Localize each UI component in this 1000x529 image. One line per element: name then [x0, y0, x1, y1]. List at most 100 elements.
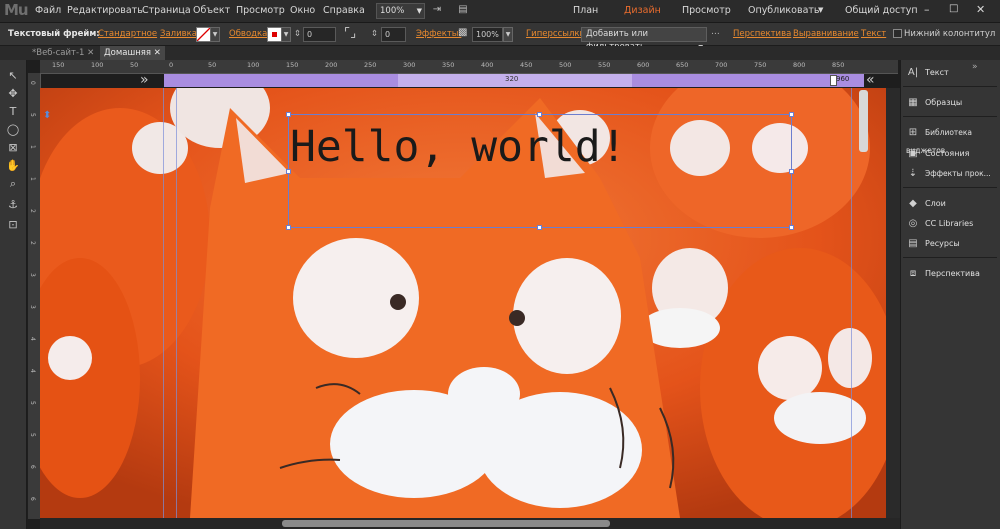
pasteboard: [886, 88, 900, 518]
panel-layers[interactable]: ◆ Слои: [906, 195, 1000, 213]
close-icon[interactable]: ✕: [976, 3, 985, 16]
place-icon[interactable]: ⇥: [430, 4, 444, 16]
ruler-h-tick: 350: [442, 61, 455, 69]
zoom-select[interactable]: 100% ▼: [376, 3, 425, 19]
rectangle-frame-tool-icon[interactable]: ⊠: [4, 140, 22, 156]
fill-chevron-icon[interactable]: ▼: [210, 27, 220, 42]
panel-states[interactable]: ▣ Состояния: [906, 145, 1000, 163]
ruler-h-tick: 150: [52, 61, 65, 69]
tab-website[interactable]: *Веб-сайт-1 ✕: [28, 46, 99, 60]
text-link[interactable]: Текст: [861, 29, 886, 39]
ruler-v-tick: 5: [29, 401, 36, 405]
resize-handle-bc[interactable]: [537, 225, 542, 230]
hand-tool-icon[interactable]: ✋: [4, 158, 22, 174]
zoom-tool-icon[interactable]: ⌕: [4, 176, 22, 192]
menu-object[interactable]: Объект: [193, 5, 230, 16]
tab-close-icon[interactable]: ✕: [154, 48, 161, 58]
style-link[interactable]: Стандартное: [98, 29, 157, 39]
hyperlinks-dropdown[interactable]: Добавить или фильтровать▼: [581, 27, 707, 52]
ruler-v-tick: 3: [29, 273, 36, 277]
menu-edit[interactable]: Редактировать: [67, 5, 143, 16]
maximize-icon[interactable]: □: [949, 3, 958, 14]
stroke-width-field[interactable]: 0: [303, 27, 336, 42]
panel-text[interactable]: A| Текст: [906, 64, 1000, 82]
vertical-scrollbar[interactable]: [859, 90, 868, 152]
stroke-link[interactable]: Обводка:: [229, 29, 270, 39]
cc-libraries-icon: ◎: [908, 218, 918, 229]
horizontal-scrollbar-thumb[interactable]: [282, 520, 610, 527]
tab-close-icon[interactable]: ✕: [87, 48, 94, 58]
tab-home[interactable]: Домашняя ✕: [100, 46, 165, 60]
shared-access-button[interactable]: Общий доступ: [845, 5, 918, 16]
resize-handle-tl[interactable]: [286, 112, 291, 117]
tools-panel: ↖ ✥ T ◯ ⊠ ✋ ⌕ ⚓ ⊡: [0, 60, 27, 529]
perspective-link[interactable]: Перспектива: [733, 29, 791, 39]
resize-handle-ml[interactable]: [286, 169, 291, 174]
text-tool-icon[interactable]: T: [4, 104, 22, 120]
hyperlinks-link[interactable]: Гиперссылки:: [526, 29, 588, 39]
guide-left[interactable]: [163, 88, 164, 518]
menu-page[interactable]: Страница: [142, 5, 191, 16]
stroke-stepper-icon[interactable]: ⇕: [294, 29, 301, 39]
stroke-swatch[interactable]: [267, 27, 282, 42]
breakpoint-right-chevron-icon[interactable]: «: [866, 72, 875, 88]
page-height-handle-icon[interactable]: ⬍: [43, 110, 51, 121]
panel-layers-label: Слои: [925, 199, 946, 208]
ruler-v-tick: 5: [29, 113, 36, 117]
corner-radius-field[interactable]: 0: [381, 27, 406, 42]
frame-tool-icon[interactable]: ⊡: [4, 217, 22, 233]
footer-checkbox[interactable]: [893, 29, 902, 38]
mode-plan[interactable]: План: [573, 5, 598, 16]
corner-radius-icon: ⌜⌟: [344, 26, 357, 41]
fill-link[interactable]: Заливка:: [160, 29, 200, 39]
menu-file[interactable]: Файл: [35, 5, 61, 16]
menu-view[interactable]: Просмотр: [236, 5, 285, 16]
resize-handle-mr[interactable]: [789, 169, 794, 174]
resize-handle-tc[interactable]: [537, 112, 542, 117]
text-frame-selection[interactable]: [288, 114, 792, 228]
minimize-icon[interactable]: –: [924, 3, 930, 16]
align-link[interactable]: Выравнивание: [793, 29, 859, 39]
corner-stepper-icon[interactable]: ⇕: [371, 29, 378, 39]
layout-icon[interactable]: ▤: [456, 4, 470, 16]
guide-right[interactable]: [851, 88, 852, 518]
breakpoint-marker[interactable]: [830, 75, 837, 86]
app-logo: Mu: [4, 1, 29, 19]
stroke-chevron-icon[interactable]: ▼: [281, 27, 291, 42]
opacity-field[interactable]: 100%: [472, 27, 503, 42]
opacity-chevron-icon[interactable]: ▼: [503, 27, 513, 42]
menu-help[interactable]: Справка: [323, 5, 365, 16]
panel-assets[interactable]: ▤ Ресурсы: [906, 235, 1000, 253]
resize-handle-bl[interactable]: [286, 225, 291, 230]
selection-arrow-icon[interactable]: ↖: [4, 68, 22, 84]
panel-cc-libraries[interactable]: ◎ CC Libraries: [906, 215, 1000, 233]
ellipse-tool-icon[interactable]: ◯: [4, 122, 22, 138]
ruler-h-tick: 100: [91, 61, 104, 69]
breakpoint-label-960[interactable]: 960: [836, 75, 849, 83]
panel-scroll-effects[interactable]: ⇣ Эффекты прок...: [906, 165, 1000, 183]
ruler-h-tick: 250: [364, 61, 377, 69]
publish-chevron-down-icon[interactable]: ▼: [818, 6, 823, 14]
anchor-tool-icon[interactable]: ⚓: [4, 197, 22, 213]
mode-design[interactable]: Дизайн: [624, 5, 661, 16]
publish-button[interactable]: Опубликовать: [748, 5, 820, 16]
ruler-v-tick: 0: [29, 81, 36, 85]
states-icon: ▣: [908, 148, 918, 159]
crop-tool-icon[interactable]: ✥: [4, 86, 22, 102]
panel-swatches[interactable]: ▦ Образцы: [906, 94, 1000, 112]
ruler-v-tick: 4: [29, 369, 36, 373]
link-options-icon[interactable]: ⋯: [711, 29, 720, 39]
mode-preview[interactable]: Просмотр: [682, 5, 731, 16]
horizontal-ruler[interactable]: 150 100 50 0 50 100 150 200 250 300 350 400 450 500 55…: [40, 60, 898, 74]
panel-widgets-library[interactable]: ⊞ Библиотека виджетов: [906, 124, 1000, 155]
breakpoint-left-chevron-icon[interactable]: »: [140, 72, 149, 88]
panel-perspective[interactable]: ⧈ Перспектива: [906, 265, 1000, 283]
ruler-h-tick: 550: [598, 61, 611, 69]
fill-swatch[interactable]: [196, 27, 211, 42]
swatches-icon: ▦: [908, 97, 918, 108]
effects-link[interactable]: Эффекты:: [416, 29, 461, 39]
resize-handle-tr[interactable]: [789, 112, 794, 117]
menu-window[interactable]: Окно: [290, 5, 315, 16]
resize-handle-br[interactable]: [789, 225, 794, 230]
guide-left-inner[interactable]: [176, 88, 177, 518]
